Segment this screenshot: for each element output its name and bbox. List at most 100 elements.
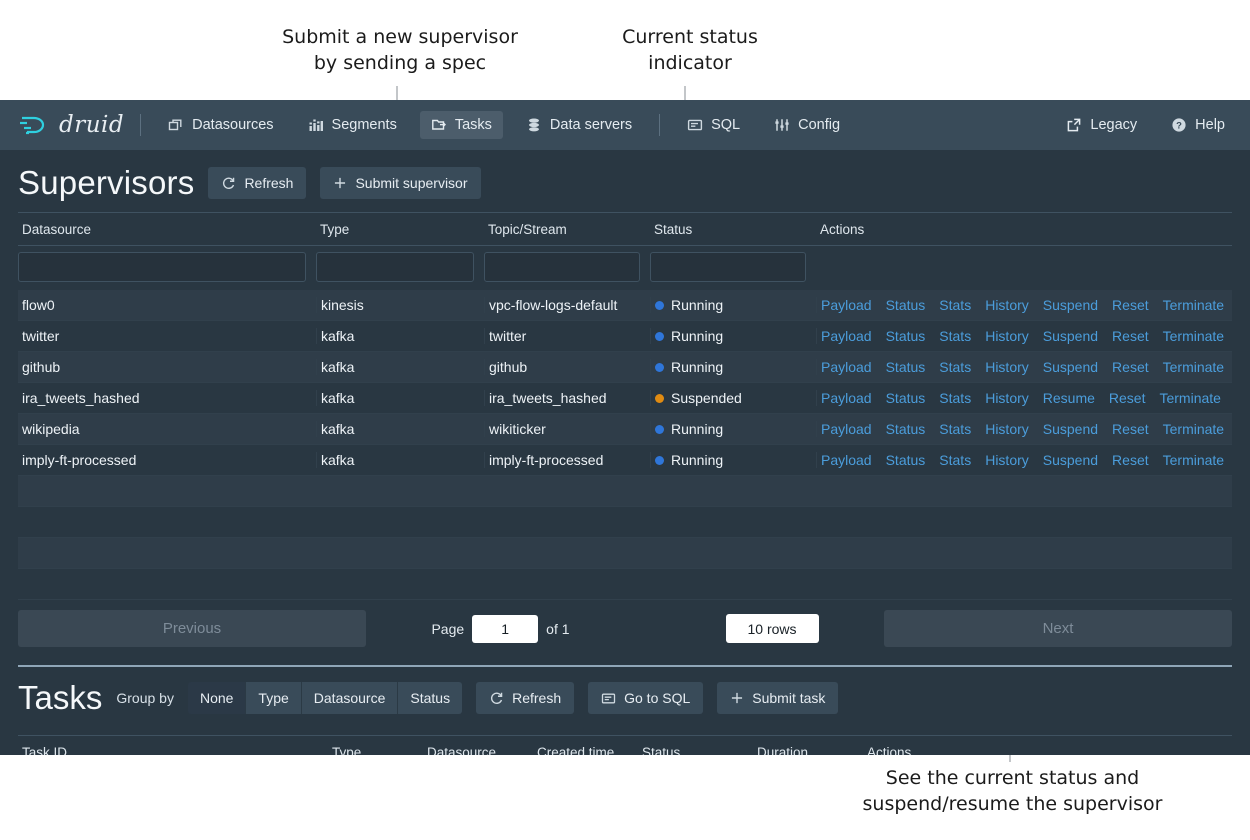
- tasks-column-header-created-time[interactable]: Created time: [533, 745, 638, 755]
- nav-item-tasks[interactable]: Tasks: [419, 111, 503, 139]
- action-link-terminate[interactable]: Terminate: [1163, 421, 1224, 437]
- supervisors-refresh-button[interactable]: Refresh: [208, 167, 307, 199]
- tasks-column-header-actions[interactable]: Actions: [863, 745, 1232, 755]
- tasks-refresh-button[interactable]: Refresh: [476, 682, 575, 714]
- action-link-history[interactable]: History: [985, 390, 1029, 406]
- table-row-empty: [18, 569, 1232, 600]
- action-link-terminate[interactable]: Terminate: [1163, 297, 1224, 313]
- column-header-topic[interactable]: Topic/Stream: [484, 222, 650, 237]
- group-by-option-status[interactable]: Status: [398, 682, 463, 714]
- nav-item-help[interactable]: ? Help: [1160, 111, 1236, 139]
- action-links: Payload Status Stats History Suspend Reset Ter…: [821, 328, 1232, 344]
- action-link-payload[interactable]: Payload: [821, 359, 872, 375]
- tasks-column-header-duration[interactable]: Duration: [753, 745, 863, 755]
- table-row[interactable]: ira_tweets_hashed kafka ira_tweets_hashed S…: [18, 383, 1232, 414]
- action-link-terminate[interactable]: Terminate: [1159, 390, 1220, 406]
- group-by-option-type[interactable]: Type: [246, 682, 302, 714]
- tasks-column-header-type[interactable]: Type: [328, 745, 423, 755]
- nav-item-segments[interactable]: Segments: [297, 111, 408, 139]
- action-link-payload[interactable]: Payload: [821, 390, 872, 406]
- action-link-payload[interactable]: Payload: [821, 421, 872, 437]
- action-link-reset[interactable]: Reset: [1109, 390, 1146, 406]
- action-link-history[interactable]: History: [985, 421, 1029, 437]
- action-link-history[interactable]: History: [985, 328, 1029, 344]
- action-link-status[interactable]: Status: [886, 421, 926, 437]
- action-link-suspend[interactable]: Suspend: [1043, 452, 1098, 468]
- filter-input-type[interactable]: [316, 252, 474, 282]
- column-header-actions[interactable]: Actions: [816, 222, 1232, 237]
- group-by-option-datasource[interactable]: Datasource: [301, 682, 399, 714]
- action-link-status[interactable]: Status: [886, 390, 926, 406]
- tasks-column-header-datasource[interactable]: Datasource: [423, 745, 533, 755]
- action-link-suspend[interactable]: Suspend: [1043, 421, 1098, 437]
- submit-task-button[interactable]: Submit task: [717, 682, 839, 714]
- page-number-input[interactable]: [472, 614, 539, 643]
- nav-item-sql[interactable]: SQL: [676, 111, 751, 139]
- table-row[interactable]: github kafka github Running Payload Status Sta…: [18, 352, 1232, 383]
- action-link-stats[interactable]: Stats: [939, 328, 971, 344]
- action-link-terminate[interactable]: Terminate: [1163, 328, 1224, 344]
- tasks-column-header-task-id[interactable]: Task ID: [18, 745, 328, 755]
- brand[interactable]: druid: [18, 112, 124, 138]
- nav-item-config[interactable]: Config: [763, 111, 851, 139]
- nav-item-label: Legacy: [1090, 117, 1138, 133]
- action-link-payload[interactable]: Payload: [821, 328, 872, 344]
- filter-input-datasource[interactable]: [18, 252, 306, 282]
- go-to-sql-button[interactable]: Go to SQL: [588, 682, 704, 714]
- status-dot-icon: [655, 331, 664, 341]
- action-link-status[interactable]: Status: [886, 359, 926, 375]
- svg-text:?: ?: [1176, 121, 1182, 132]
- table-row[interactable]: wikipedia kafka wikiticker Running Payload St…: [18, 414, 1232, 445]
- action-link-stats[interactable]: Stats: [939, 359, 971, 375]
- nav-item-data-servers[interactable]: Data servers: [515, 111, 643, 139]
- action-link-history[interactable]: History: [985, 359, 1029, 375]
- action-link-payload[interactable]: Payload: [821, 452, 872, 468]
- action-link-terminate[interactable]: Terminate: [1163, 452, 1224, 468]
- action-link-reset[interactable]: Reset: [1112, 328, 1149, 344]
- action-link-history[interactable]: History: [985, 452, 1029, 468]
- annotation-submit-supervisor: Submit a new supervisor by sending a spe…: [282, 26, 518, 74]
- filter-input-status[interactable]: [650, 252, 806, 282]
- table-row[interactable]: flow0 kinesis vpc-flow-logs-default Running…: [18, 290, 1232, 321]
- action-link-stats[interactable]: Stats: [939, 297, 971, 313]
- nav-item-label: Datasources: [192, 117, 274, 133]
- group-by-option-none[interactable]: None: [187, 682, 247, 714]
- submit-supervisor-button[interactable]: Submit supervisor: [320, 167, 481, 199]
- nav-item-legacy[interactable]: Legacy: [1055, 111, 1148, 139]
- action-link-history[interactable]: History: [985, 297, 1029, 313]
- column-header-status[interactable]: Status: [650, 222, 816, 237]
- action-link-suspend[interactable]: Suspend: [1043, 297, 1098, 313]
- action-link-stats[interactable]: Stats: [939, 452, 971, 468]
- action-link-status[interactable]: Status: [886, 328, 926, 344]
- action-link-terminate[interactable]: Terminate: [1163, 359, 1224, 375]
- action-link-reset[interactable]: Reset: [1112, 452, 1149, 468]
- rows-per-page-select[interactable]: 10 rows: [725, 614, 819, 643]
- action-link-status[interactable]: Status: [886, 452, 926, 468]
- action-link-payload[interactable]: Payload: [821, 297, 872, 313]
- nav-item-datasources[interactable]: Datasources: [157, 111, 284, 139]
- previous-page-button[interactable]: Previous: [18, 610, 366, 647]
- cell-type: kafka: [316, 328, 484, 344]
- table-row[interactable]: twitter kafka twitter Running Payload Status S…: [18, 321, 1232, 352]
- cell-actions: Payload Status Stats History Suspend Reset Ter…: [816, 297, 1232, 313]
- next-page-button[interactable]: Next: [884, 610, 1232, 647]
- action-link-resume[interactable]: Resume: [1043, 390, 1095, 406]
- tasks-column-header-status[interactable]: Status: [638, 745, 753, 755]
- column-header-type[interactable]: Type: [316, 222, 484, 237]
- action-link-status[interactable]: Status: [886, 297, 926, 313]
- action-link-suspend[interactable]: Suspend: [1043, 328, 1098, 344]
- submit-task-label: Submit task: [752, 690, 826, 706]
- filter-input-topic[interactable]: [484, 252, 640, 282]
- action-link-reset[interactable]: Reset: [1112, 359, 1149, 375]
- navbar: druid Datasources Segments Tasks Data se…: [0, 100, 1250, 150]
- action-link-reset[interactable]: Reset: [1112, 297, 1149, 313]
- data-servers-icon: [526, 117, 542, 133]
- column-header-datasource[interactable]: Datasource: [18, 222, 316, 237]
- table-row[interactable]: imply-ft-processed kafka imply-ft-processe…: [18, 445, 1232, 476]
- action-link-suspend[interactable]: Suspend: [1043, 359, 1098, 375]
- action-link-stats[interactable]: Stats: [939, 421, 971, 437]
- config-icon: [774, 117, 790, 133]
- page-of-label: of 1: [546, 620, 570, 637]
- action-link-reset[interactable]: Reset: [1112, 421, 1149, 437]
- action-link-stats[interactable]: Stats: [939, 390, 971, 406]
